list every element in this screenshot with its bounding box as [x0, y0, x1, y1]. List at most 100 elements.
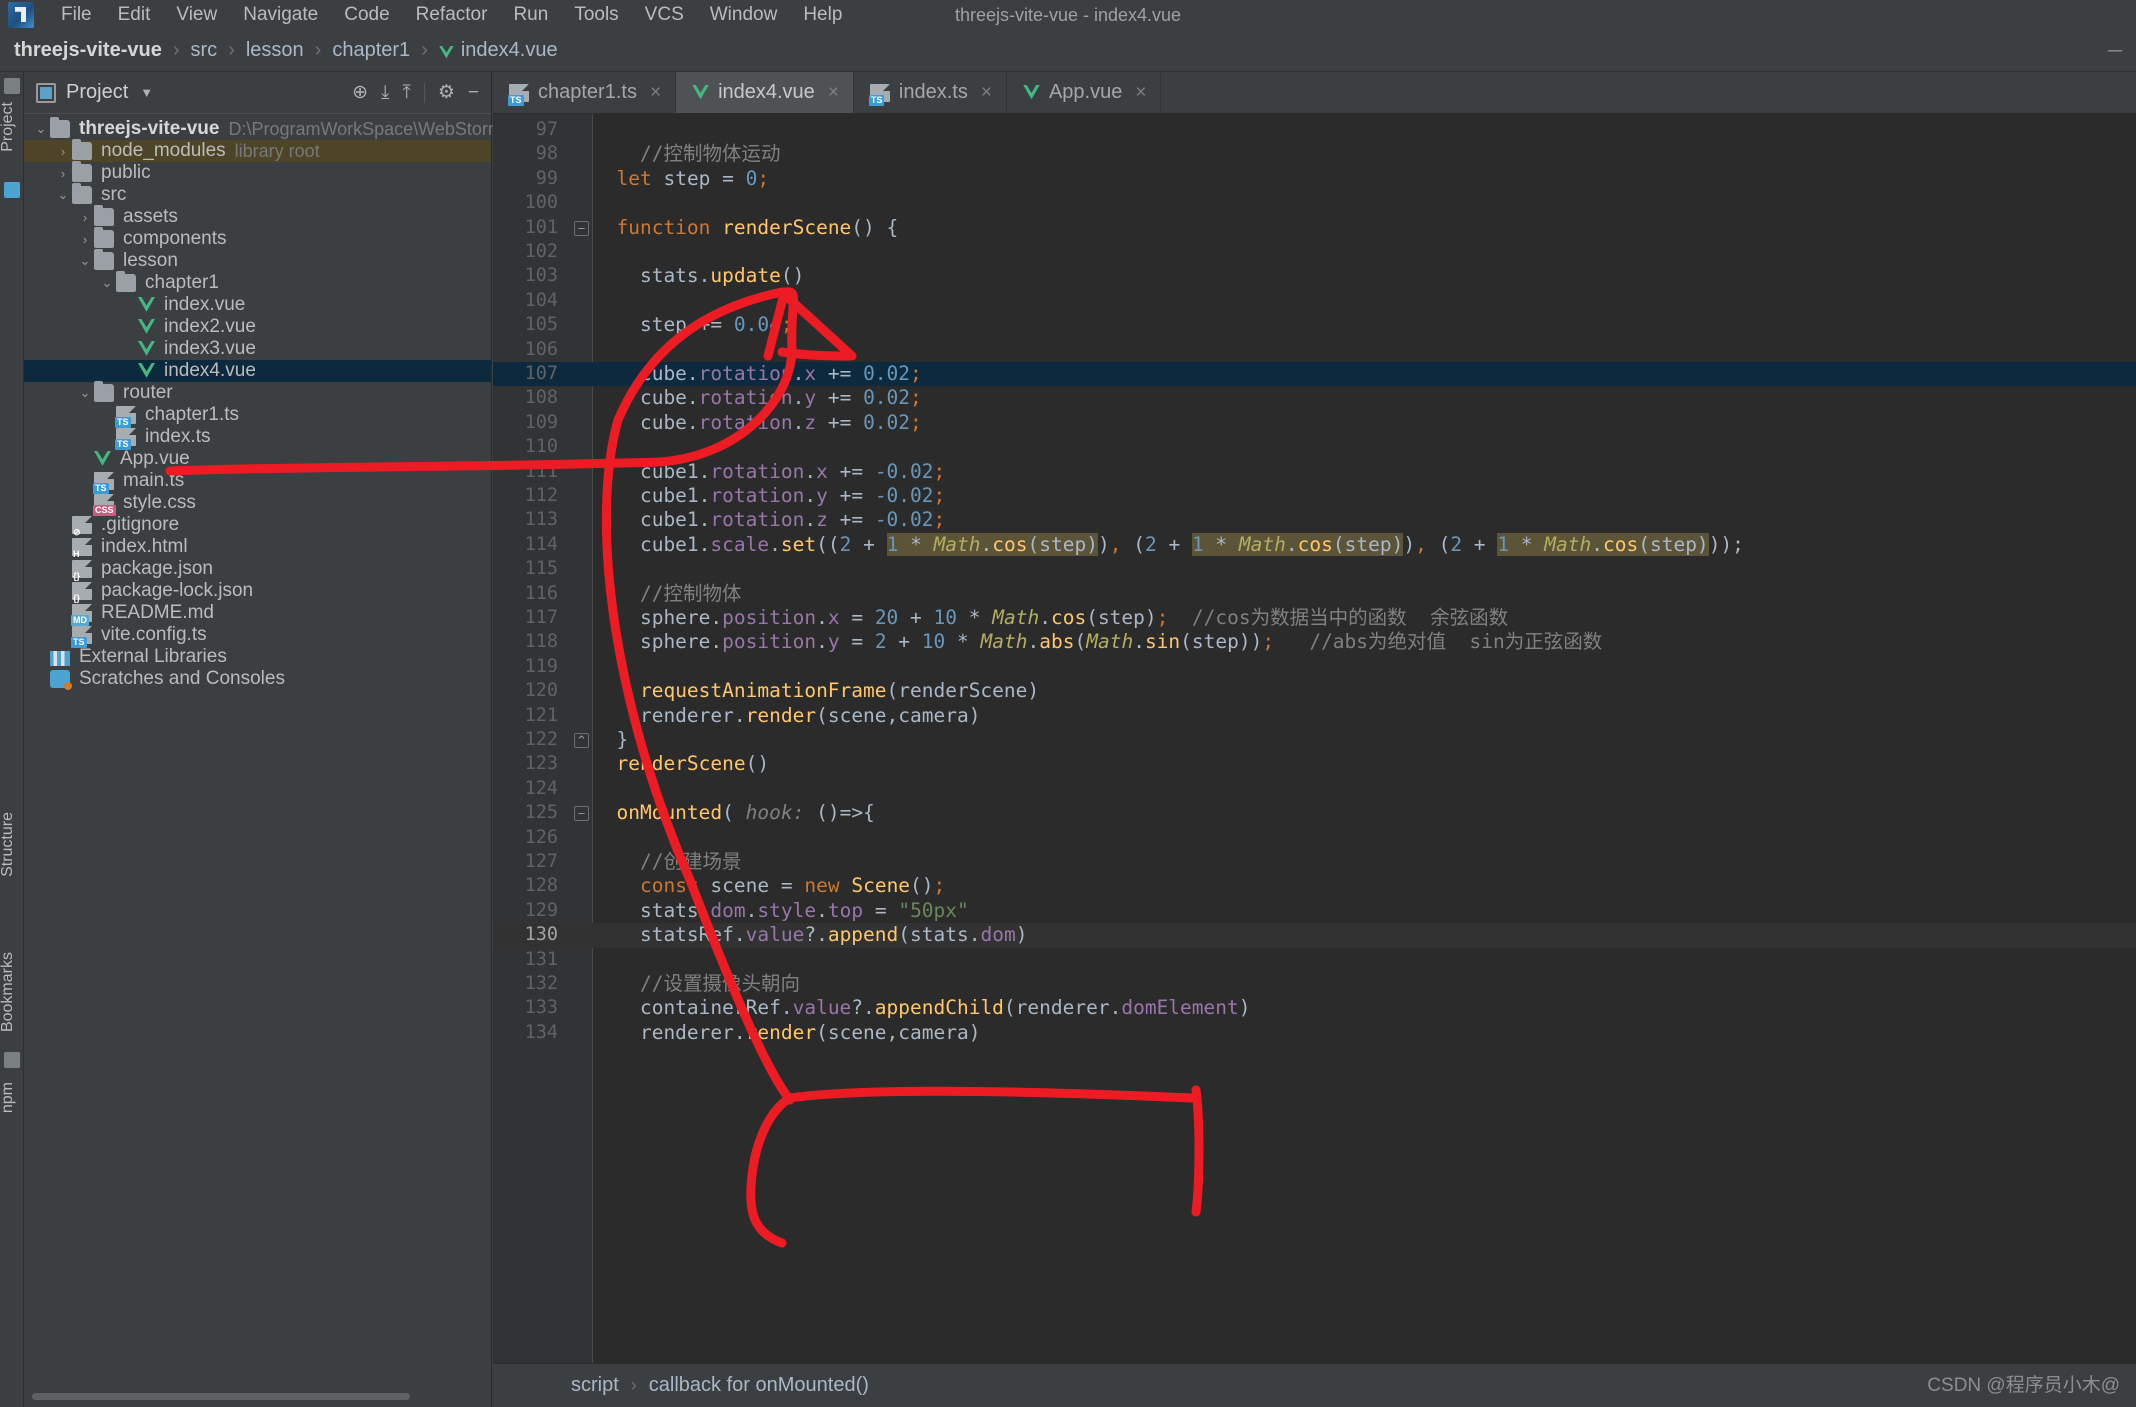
editor-tab-chapter1-ts[interactable]: TSchapter1.ts×: [493, 72, 676, 113]
chevron-right-icon[interactable]: ›: [76, 232, 94, 247]
code-line[interactable]: }: [593, 728, 2136, 752]
scrollbar-thumb[interactable]: [32, 1393, 410, 1400]
line-number[interactable]: 109: [493, 411, 571, 435]
line-number[interactable]: 112: [493, 484, 571, 508]
code-line[interactable]: cube.rotation.z += 0.02;: [593, 411, 2136, 435]
code-lines[interactable]: //控制物体运动 let step = 0; function renderSc…: [593, 114, 2136, 1363]
code-line[interactable]: cube1.rotation.x += -0.02;: [593, 460, 2136, 484]
code-line[interactable]: containerRef.value?.appendChild(renderer…: [593, 996, 2136, 1020]
menu-navigate[interactable]: Navigate: [230, 4, 331, 26]
breadcrumb-item-chapter1[interactable]: chapter1: [332, 39, 410, 62]
code-line[interactable]: [593, 118, 2136, 142]
code-line[interactable]: [593, 435, 2136, 459]
status-crumb-script[interactable]: script: [571, 1374, 619, 1397]
line-number[interactable]: 132: [493, 972, 571, 996]
tree-item-app-vue[interactable]: App.vue: [24, 448, 491, 470]
close-icon[interactable]: ×: [981, 82, 992, 104]
line-number[interactable]: 127: [493, 850, 571, 874]
code-line[interactable]: let step = 0;: [593, 167, 2136, 191]
expand-all-icon[interactable]: ⤓: [381, 83, 389, 102]
tree-item-router[interactable]: ⌄router: [24, 382, 491, 404]
project-tool-icon[interactable]: [4, 78, 20, 94]
tree-item-src[interactable]: ⌄src: [24, 184, 491, 206]
commit-tool-icon[interactable]: [4, 182, 20, 198]
code-line[interactable]: [593, 338, 2136, 362]
tree-item-vite-config-ts[interactable]: TSvite.config.ts: [24, 624, 491, 646]
breadcrumb-item-lesson[interactable]: lesson: [246, 39, 304, 62]
left-strip-project-label[interactable]: Project: [0, 102, 17, 152]
line-number[interactable]: 133: [493, 996, 571, 1020]
line-number[interactable]: 107: [493, 362, 571, 386]
status-crumb-callback[interactable]: callback for onMounted(): [649, 1374, 869, 1397]
line-number[interactable]: 134: [493, 1021, 571, 1045]
bookmark-icon[interactable]: [4, 1052, 20, 1068]
code-line[interactable]: const scene = new Scene();: [593, 874, 2136, 898]
line-number[interactable]: 130: [493, 923, 571, 947]
code-line[interactable]: cube1.rotation.z += -0.02;: [593, 508, 2136, 532]
code-line[interactable]: stats.dom.style.top = "50px": [593, 899, 2136, 923]
line-number[interactable]: 105: [493, 313, 571, 337]
code-line[interactable]: renderScene(): [593, 752, 2136, 776]
line-number[interactable]: 131: [493, 948, 571, 972]
line-number[interactable]: 128: [493, 874, 571, 898]
chevron-down-icon[interactable]: ⌄: [32, 121, 50, 137]
code-line[interactable]: stats.update(): [593, 264, 2136, 288]
code-line[interactable]: [593, 777, 2136, 801]
breadcrumb-item-project[interactable]: threejs-vite-vue: [14, 39, 162, 62]
tree-item-scratches-and-consoles[interactable]: Scratches and Consoles: [24, 668, 491, 690]
code-line[interactable]: [593, 289, 2136, 313]
hide-panel-icon[interactable]: −: [468, 83, 479, 102]
code-line[interactable]: cube1.scale.set((2 + 1 * Math.cos(step))…: [593, 533, 2136, 557]
code-line[interactable]: renderer.render(scene,camera): [593, 1021, 2136, 1045]
tree-item-public[interactable]: ›public: [24, 162, 491, 184]
collapse-all-icon[interactable]: ⤒: [402, 83, 410, 102]
left-strip-bookmarks-label[interactable]: Bookmarks: [0, 952, 17, 1032]
tree-item-threejs-vite-vue[interactable]: ⌄threejs-vite-vueD:\ProgramWorkSpace\Web…: [24, 118, 491, 140]
chevron-down-icon[interactable]: ⌄: [54, 187, 72, 203]
fold-marker-icon[interactable]: ⌃: [574, 733, 589, 748]
code-line[interactable]: //创建场景: [593, 850, 2136, 874]
tree-item-chapter1-ts[interactable]: TSchapter1.ts: [24, 404, 491, 426]
code-line[interactable]: //控制物体: [593, 582, 2136, 606]
menu-file[interactable]: File: [48, 4, 105, 26]
close-icon[interactable]: ×: [828, 82, 839, 104]
code-line[interactable]: function renderScene() {: [593, 216, 2136, 240]
editor-tab-index-ts[interactable]: TSindex.ts×: [854, 72, 1007, 113]
line-number[interactable]: 104: [493, 289, 571, 313]
code-line[interactable]: requestAnimationFrame(renderScene): [593, 679, 2136, 703]
left-strip-structure-label[interactable]: Structure: [0, 812, 17, 877]
code-line[interactable]: [593, 240, 2136, 264]
menu-help[interactable]: Help: [790, 4, 855, 26]
code-line[interactable]: [593, 655, 2136, 679]
line-number[interactable]: 122: [493, 728, 571, 752]
code-line[interactable]: [593, 826, 2136, 850]
window-controls-icon[interactable]: ─: [2108, 30, 2122, 72]
line-number[interactable]: 110: [493, 435, 571, 459]
line-number[interactable]: 116: [493, 582, 571, 606]
chevron-right-icon[interactable]: ›: [54, 166, 72, 181]
fold-marker-icon[interactable]: −: [574, 806, 589, 821]
menu-window[interactable]: Window: [697, 4, 791, 26]
tree-item-assets[interactable]: ›assets: [24, 206, 491, 228]
code-line[interactable]: //控制物体运动: [593, 142, 2136, 166]
line-number[interactable]: 102: [493, 240, 571, 264]
code-line[interactable]: cube1.rotation.y += -0.02;: [593, 484, 2136, 508]
code-line[interactable]: sphere.position.y = 2 + 10 * Math.abs(Ma…: [593, 630, 2136, 654]
line-number[interactable]: 113: [493, 508, 571, 532]
tree-item-chapter1[interactable]: ⌄chapter1: [24, 272, 491, 294]
close-icon[interactable]: ×: [650, 82, 661, 104]
tree-item-index4-vue[interactable]: index4.vue: [24, 360, 491, 382]
chevron-down-icon[interactable]: ▼: [140, 85, 153, 100]
code-line[interactable]: step += 0.04;: [593, 313, 2136, 337]
menu-run[interactable]: Run: [500, 4, 561, 26]
fold-marker-icon[interactable]: −: [574, 221, 589, 236]
chevron-right-icon[interactable]: ›: [54, 144, 72, 159]
chevron-down-icon[interactable]: ⌄: [76, 385, 94, 401]
tree-item-style-css[interactable]: CSSstyle.css: [24, 492, 491, 514]
line-number[interactable]: 101: [493, 216, 571, 240]
line-number[interactable]: 99: [493, 167, 571, 191]
line-number[interactable]: 106: [493, 338, 571, 362]
tree-item-node-modules[interactable]: ›node_moduleslibrary root: [24, 140, 491, 162]
code-editor[interactable]: −⌃− 979899100101102103104105106107108109…: [493, 114, 2136, 1363]
code-line[interactable]: renderer.render(scene,camera): [593, 704, 2136, 728]
